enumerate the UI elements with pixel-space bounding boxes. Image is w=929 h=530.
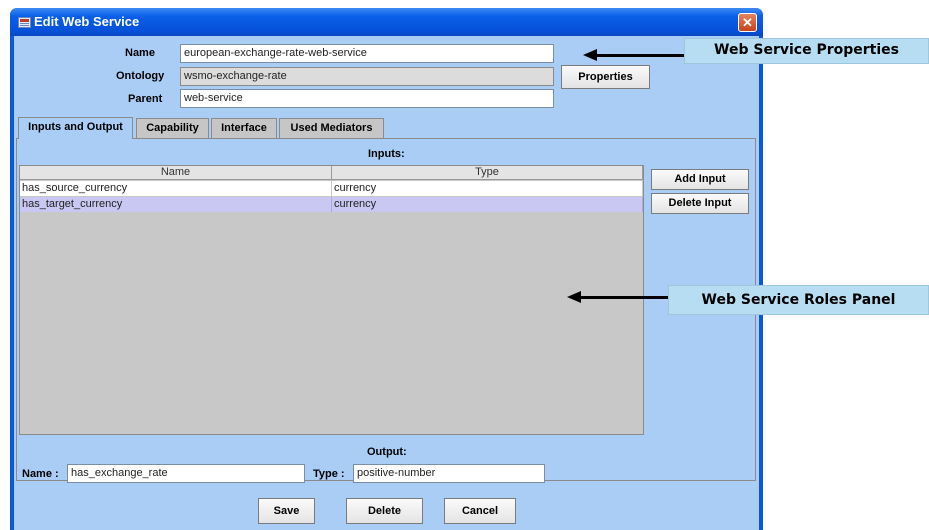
tab-used-mediators[interactable]: Used Mediators — [279, 118, 384, 138]
ontology-field: wsmo-exchange-rate — [180, 67, 554, 86]
tab-inputs-and-output[interactable]: Inputs and Output — [18, 117, 133, 139]
delete-button[interactable]: Delete — [346, 498, 423, 524]
inputs-heading: Inputs: — [368, 148, 405, 160]
arrow-left-icon — [567, 291, 581, 303]
web-service-properties-callout: Web Service Properties — [684, 38, 929, 64]
table-cell-name: has_target_currency — [20, 197, 332, 212]
save-button[interactable]: Save — [258, 498, 315, 524]
output-type-label: Type : — [313, 468, 345, 480]
table-row-selected[interactable]: has_target_currency currency — [20, 197, 643, 212]
properties-arrow-line — [596, 54, 684, 57]
table-cell-name: has_source_currency — [20, 181, 332, 196]
cancel-button[interactable]: Cancel — [444, 498, 516, 524]
ontology-label: Ontology — [116, 70, 165, 82]
column-header-type[interactable]: Type — [332, 166, 643, 180]
table-cell-type: currency — [332, 197, 643, 212]
name-label: Name — [125, 47, 155, 59]
tab-interface[interactable]: Interface — [211, 118, 277, 138]
parent-field[interactable]: web-service — [180, 89, 554, 108]
name-field[interactable]: european-exchange-rate-web-service — [180, 44, 554, 63]
column-header-name[interactable]: Name — [20, 166, 332, 180]
app-window-icon — [18, 17, 31, 28]
roles-arrow-line — [580, 296, 668, 299]
table-row[interactable]: has_source_currency currency — [20, 181, 643, 196]
arrow-left-icon — [583, 49, 597, 61]
window-title: Edit Web Service — [34, 14, 140, 29]
delete-input-button[interactable]: Delete Input — [651, 193, 749, 214]
tab-capability[interactable]: Capability — [136, 118, 209, 138]
output-name-label: Name : — [22, 468, 59, 480]
properties-button[interactable]: Properties — [561, 65, 650, 89]
output-name-field[interactable]: has_exchange_rate — [67, 464, 305, 483]
close-icon[interactable]: ✕ — [738, 13, 757, 32]
output-type-field[interactable]: positive-number — [353, 464, 545, 483]
web-service-roles-panel-callout: Web Service Roles Panel — [668, 285, 929, 315]
output-heading: Output: — [367, 446, 407, 458]
add-input-button[interactable]: Add Input — [651, 169, 749, 190]
parent-label: Parent — [128, 93, 163, 105]
table-cell-type: currency — [332, 181, 643, 196]
